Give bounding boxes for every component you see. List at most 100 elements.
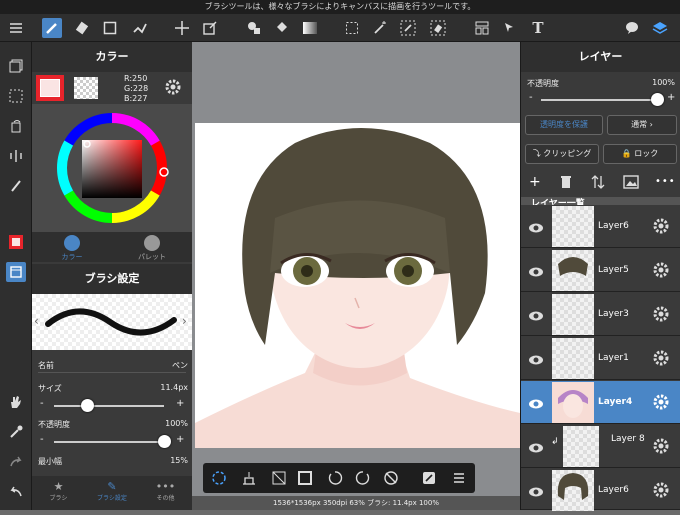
move-icon[interactable] (172, 18, 192, 38)
layer-row[interactable]: ↲ Layer 8 (521, 425, 680, 468)
tab-palette[interactable]: パレット (112, 232, 192, 262)
speech-icon[interactable] (622, 18, 642, 38)
flip-icon[interactable] (6, 146, 26, 166)
tab-brush-settings[interactable]: ✎ ブラシ設定 (85, 480, 139, 502)
select-rect-icon[interactable] (342, 18, 362, 38)
menu-icon[interactable] (6, 18, 26, 38)
canvas-artwork[interactable] (195, 123, 520, 448)
select-icon[interactable] (6, 86, 26, 106)
protect-alpha-button[interactable]: 透明度を保護 (525, 115, 603, 135)
tab-brush[interactable]: ★ ブラシ (32, 480, 85, 502)
blend-mode-button[interactable]: 通常 › (607, 115, 677, 135)
frame-icon[interactable] (295, 468, 315, 488)
transform-icon[interactable] (200, 18, 220, 38)
sort-icon[interactable] (591, 174, 605, 194)
layers-icon[interactable] (650, 18, 670, 38)
gear-icon[interactable] (652, 393, 670, 415)
hand-icon[interactable] (6, 392, 26, 412)
eye-icon[interactable] (528, 483, 544, 502)
brush-settings-icon: ✎ (107, 480, 117, 493)
dot-brush-icon[interactable] (130, 18, 150, 38)
size-slider-knob[interactable] (80, 399, 94, 412)
color-tab-icon (64, 235, 80, 251)
gear-icon[interactable] (652, 349, 670, 371)
layer-opacity-plus-icon[interactable]: + (667, 92, 675, 103)
undo-icon[interactable] (6, 482, 26, 502)
redo-icon[interactable] (6, 452, 26, 472)
layer-row[interactable]: Layer6 (521, 205, 680, 248)
rotate-reset-icon[interactable] (209, 468, 229, 488)
tab-other[interactable]: ••• その他 (139, 480, 192, 502)
pen-icon[interactable] (6, 176, 26, 196)
lock-button[interactable]: 🔒 ロック (603, 144, 677, 164)
fit-icon[interactable] (239, 468, 259, 488)
eye-icon[interactable] (528, 263, 544, 282)
color-wheel[interactable] (32, 104, 192, 232)
rotate-icon[interactable] (6, 116, 26, 136)
eye-icon[interactable] (528, 395, 544, 414)
trash-icon[interactable] (559, 174, 573, 194)
share-icon[interactable] (419, 468, 439, 488)
select-move-icon[interactable] (500, 18, 520, 38)
layer-name: Layer6 (598, 221, 629, 231)
gear-icon[interactable] (652, 481, 670, 503)
gear-icon[interactable] (652, 437, 670, 459)
size-plus-icon[interactable]: + (176, 398, 184, 409)
opacity-slider[interactable] (54, 441, 164, 443)
brush-name-label: 名前 (38, 361, 54, 370)
brush-preview[interactable]: ‹ › (32, 294, 192, 350)
text-icon[interactable]: T (528, 18, 548, 38)
panel-toggle-icon[interactable] (6, 262, 26, 282)
prev-brush-icon[interactable]: ‹ (34, 314, 39, 328)
color-swatch-icon[interactable] (6, 232, 26, 252)
select-pen-icon[interactable] (398, 18, 418, 38)
size-minus-icon[interactable]: - (40, 398, 44, 409)
flip-canvas-icon[interactable] (269, 468, 289, 488)
brush-name-value[interactable]: ペン (158, 360, 188, 371)
new-canvas-icon[interactable] (6, 56, 26, 76)
layer-opacity-knob[interactable] (650, 93, 664, 106)
magic-wand-icon[interactable] (370, 18, 390, 38)
gear-icon[interactable] (164, 78, 182, 100)
reset-view-icon[interactable] (381, 468, 401, 488)
gear-icon[interactable] (652, 261, 670, 283)
more-icon[interactable]: ••• (655, 176, 676, 187)
eye-icon[interactable] (528, 351, 544, 370)
opacity-slider-knob[interactable] (157, 435, 171, 448)
layer-row[interactable]: Layer6 (521, 469, 680, 511)
bucket-icon[interactable] (272, 18, 292, 38)
image-icon[interactable] (623, 174, 639, 194)
eyedropper-icon[interactable] (6, 422, 26, 442)
gear-icon[interactable] (652, 217, 670, 239)
layer-row-selected[interactable]: Layer4 (521, 381, 680, 424)
clipping-button[interactable]: ⤵ クリッピング (525, 144, 599, 164)
layer-opacity-minus-icon[interactable]: - (529, 92, 533, 103)
layer-row[interactable]: Layer5 (521, 249, 680, 292)
tab-color[interactable]: カラー (32, 232, 112, 262)
add-layer-icon[interactable]: + (529, 174, 541, 190)
sub-color-swatch[interactable] (74, 77, 98, 99)
layer-row[interactable]: Layer3 (521, 293, 680, 336)
eye-icon[interactable] (528, 219, 544, 238)
eraser-icon[interactable] (72, 18, 92, 38)
rotate-left-icon[interactable] (325, 468, 345, 488)
eye-icon[interactable] (528, 307, 544, 326)
opacity-plus-icon[interactable]: + (176, 434, 184, 445)
opacity-minus-icon[interactable]: - (40, 434, 44, 445)
color-wheel-area[interactable] (32, 104, 192, 232)
eye-icon[interactable] (528, 439, 544, 458)
gear-icon[interactable] (652, 305, 670, 327)
size-slider[interactable] (54, 405, 164, 407)
rotate-right-icon[interactable] (353, 468, 373, 488)
rect-icon[interactable] (100, 18, 120, 38)
select-eraser-icon[interactable] (428, 18, 448, 38)
main-color-swatch[interactable] (36, 75, 64, 101)
layer-opacity-slider[interactable] (541, 99, 657, 101)
bar-menu-icon[interactable] (449, 468, 469, 488)
layout-icon[interactable] (472, 18, 492, 38)
next-brush-icon[interactable]: › (182, 314, 187, 328)
fill-shape-icon[interactable] (244, 18, 264, 38)
layer-row[interactable]: Layer1 (521, 337, 680, 380)
brush-icon[interactable] (42, 18, 62, 38)
gradient-icon[interactable] (300, 18, 320, 38)
